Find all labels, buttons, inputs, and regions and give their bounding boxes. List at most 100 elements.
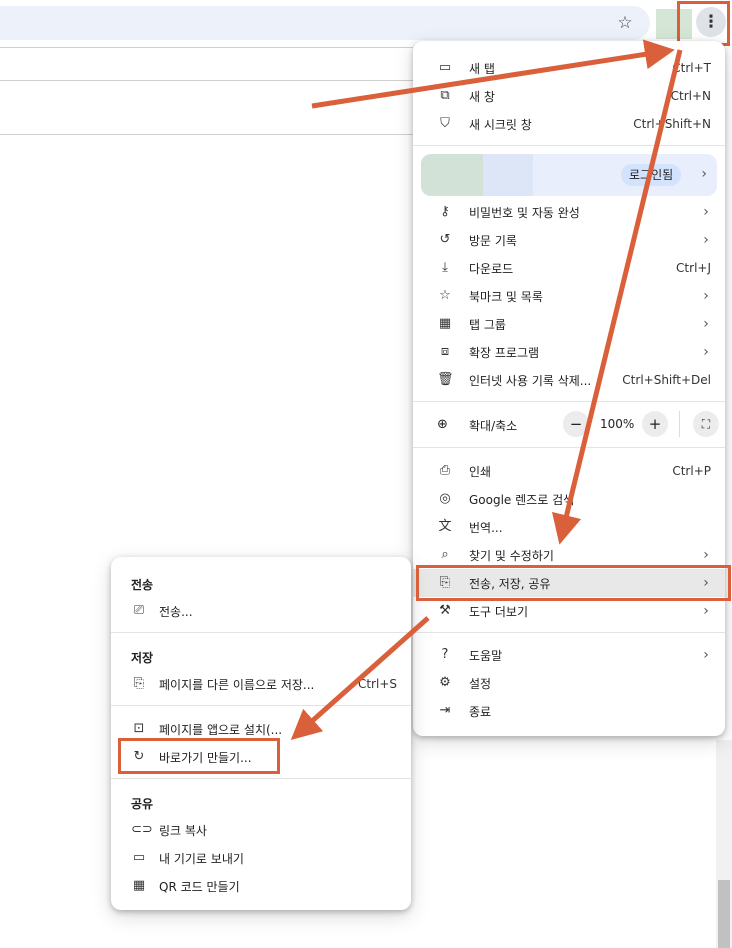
menu-item-more-tools[interactable]: ⚒ 도구 더보기 › xyxy=(413,597,725,625)
zoom-divider xyxy=(679,411,680,437)
menu-item-label: 확장 프로그램 xyxy=(469,345,540,360)
menu-separator xyxy=(111,632,411,633)
menu-item-label: 인터넷 사용 기록 삭제... xyxy=(469,373,592,388)
menu-item-translate[interactable]: 文 번역... xyxy=(413,513,725,541)
menu-item-label: 전송... xyxy=(159,604,193,619)
menu-item-extensions[interactable]: ⧈ 확장 프로그램 › xyxy=(413,338,725,366)
zoom-in-button[interactable]: + xyxy=(642,411,668,437)
incognito-icon: ⛉ xyxy=(440,116,450,131)
menu-item-label: 인쇄 xyxy=(469,464,492,479)
zoom-icon: ⊕ xyxy=(437,417,448,432)
history-icon: ↺ xyxy=(439,232,451,247)
cast-save-share-submenu: 전송 ⎚ 전송... 저장 ⎘ 페이지를 다른 이름으로 저장... Ctrl+… xyxy=(111,557,411,910)
submenu-item-copy-link[interactable]: ⊂⊃ 링크 복사 xyxy=(111,816,411,844)
section-header-send: 전송 xyxy=(131,578,154,592)
chevron-right-icon: › xyxy=(703,344,709,360)
menu-item-new-tab[interactable]: ▭ 새 탭 Ctrl+T xyxy=(413,54,725,82)
chevron-right-icon: › xyxy=(703,232,709,248)
menu-separator xyxy=(111,778,411,779)
zoom-label: 확대/축소 xyxy=(469,419,518,433)
menu-item-label: QR 코드 만들기 xyxy=(159,879,240,894)
menu-item-label: 종료 xyxy=(469,704,492,719)
devices-icon: ▭ xyxy=(132,850,146,865)
save-file-icon: ⎘ xyxy=(133,676,145,691)
menu-item-tab-groups[interactable]: ▦ 탭 그룹 › xyxy=(413,310,725,338)
profile-row[interactable]: 로그인됨 › xyxy=(421,154,717,196)
menu-item-label: 비밀번호 및 자동 완성 xyxy=(469,205,580,220)
menu-separator xyxy=(413,447,725,448)
menu-item-label: 페이지를 앱으로 설치(... xyxy=(159,722,283,737)
menu-item-settings[interactable]: ⚙ 설정 xyxy=(413,669,725,697)
menu-item-label: 방문 기록 xyxy=(469,233,517,248)
menu-item-label: 새 시크릿 창 xyxy=(469,117,532,132)
menu-item-incognito[interactable]: ⛉ 새 시크릿 창 Ctrl+Shift+N xyxy=(413,110,725,138)
menu-item-label: Google 렌즈로 검색 xyxy=(469,492,575,507)
menu-separator xyxy=(413,632,725,633)
menu-item-history[interactable]: ↺ 방문 기록 › xyxy=(413,226,725,254)
zoom-out-button[interactable]: − xyxy=(563,411,589,437)
new-tab-icon: ▭ xyxy=(438,60,452,75)
submenu-item-cast[interactable]: ⎚ 전송... xyxy=(111,597,411,625)
menu-item-label: 설정 xyxy=(469,676,492,691)
scrollbar-thumb[interactable] xyxy=(718,880,730,948)
printer-icon: ⎙ xyxy=(439,463,451,478)
menu-item-passwords[interactable]: ⚷ 비밀번호 및 자동 완성 › xyxy=(413,198,725,226)
chevron-right-icon: › xyxy=(703,204,709,220)
chrome-main-menu: ▭ 새 탭 Ctrl+T ⧉ 새 창 Ctrl+N ⛉ 새 시크릿 창 Ctrl… xyxy=(413,41,725,736)
submenu-item-save-page-as[interactable]: ⎘ 페이지를 다른 이름으로 저장... Ctrl+S xyxy=(111,670,411,698)
menu-item-print[interactable]: ⎙ 인쇄 Ctrl+P xyxy=(413,457,725,485)
chevron-right-icon: › xyxy=(701,166,707,182)
menu-item-label: 링크 복사 xyxy=(159,823,207,838)
profile-avatar xyxy=(421,154,483,196)
new-window-icon: ⧉ xyxy=(440,88,450,103)
menu-item-label: 새 창 xyxy=(469,89,495,104)
chevron-right-icon: › xyxy=(703,316,709,332)
submenu-item-send-to-devices[interactable]: ▭ 내 기기로 보내기 xyxy=(111,844,411,872)
trash-icon: 🗑 xyxy=(437,372,454,387)
menu-item-bookmarks[interactable]: ☆ 북마크 및 목록 › xyxy=(413,282,725,310)
puzzle-icon: ⧈ xyxy=(440,344,450,359)
download-icon: ⤓ xyxy=(442,260,448,275)
fullscreen-icon[interactable]: ⛶ xyxy=(693,411,719,437)
address-bar[interactable] xyxy=(0,6,650,40)
find-icon: ⌕ xyxy=(441,547,449,562)
profile-name xyxy=(483,154,533,196)
bookmark-bar-divider xyxy=(0,80,413,81)
menu-item-label: 도구 더보기 xyxy=(469,604,529,619)
menu-item-shortcut: Ctrl+N xyxy=(670,89,711,103)
menu-item-label: 새 탭 xyxy=(469,61,495,76)
zoom-value: 100% xyxy=(600,417,635,431)
star-icon: ☆ xyxy=(439,288,451,303)
menu-item-downloads[interactable]: ⤓ 다운로드 Ctrl+J xyxy=(413,254,725,282)
menu-item-label: 페이지를 다른 이름으로 저장... xyxy=(159,677,315,692)
link-icon: ⊂⊃ xyxy=(131,822,153,837)
toolbox-icon: ⚒ xyxy=(439,603,451,618)
menu-item-label: 탭 그룹 xyxy=(469,317,506,332)
signed-in-badge: 로그인됨 xyxy=(621,164,682,186)
install-app-icon: ⊡ xyxy=(133,721,145,736)
zoom-row: ⊕ 확대/축소 − 100% + ⛶ xyxy=(413,411,725,439)
submenu-item-qr-code[interactable]: ▦ QR 코드 만들기 xyxy=(111,872,411,900)
gear-icon: ⚙ xyxy=(439,675,451,690)
chevron-right-icon: › xyxy=(703,547,709,563)
menu-item-label: 도움말 xyxy=(469,648,503,663)
menu-item-shortcut: Ctrl+J xyxy=(676,261,711,275)
menu-separator xyxy=(413,401,725,402)
section-header-save: 저장 xyxy=(131,651,154,665)
menu-item-clear-data[interactable]: 🗑 인터넷 사용 기록 삭제... Ctrl+Shift+Del xyxy=(413,366,725,394)
menu-item-label: 다운로드 xyxy=(469,261,514,276)
menu-item-help[interactable]: ? 도움말 › xyxy=(413,641,725,669)
menu-item-google-lens[interactable]: ◎ Google 렌즈로 검색 xyxy=(413,485,725,513)
chevron-right-icon: › xyxy=(703,647,709,663)
chevron-right-icon: › xyxy=(703,603,709,619)
menu-item-exit[interactable]: ⇥ 종료 xyxy=(413,697,725,725)
lens-icon: ◎ xyxy=(439,491,451,506)
exit-icon: ⇥ xyxy=(439,703,451,718)
menu-item-shortcut: Ctrl+Shift+Del xyxy=(622,373,711,387)
section-header-share: 공유 xyxy=(131,797,154,811)
menu-item-new-window[interactable]: ⧉ 새 창 Ctrl+N xyxy=(413,82,725,110)
bookmark-star-icon[interactable]: ☆ xyxy=(614,12,636,34)
chevron-right-icon: › xyxy=(703,288,709,304)
menu-item-shortcut: Ctrl+Shift+N xyxy=(633,117,711,131)
kebab-highlight-box xyxy=(677,1,730,46)
